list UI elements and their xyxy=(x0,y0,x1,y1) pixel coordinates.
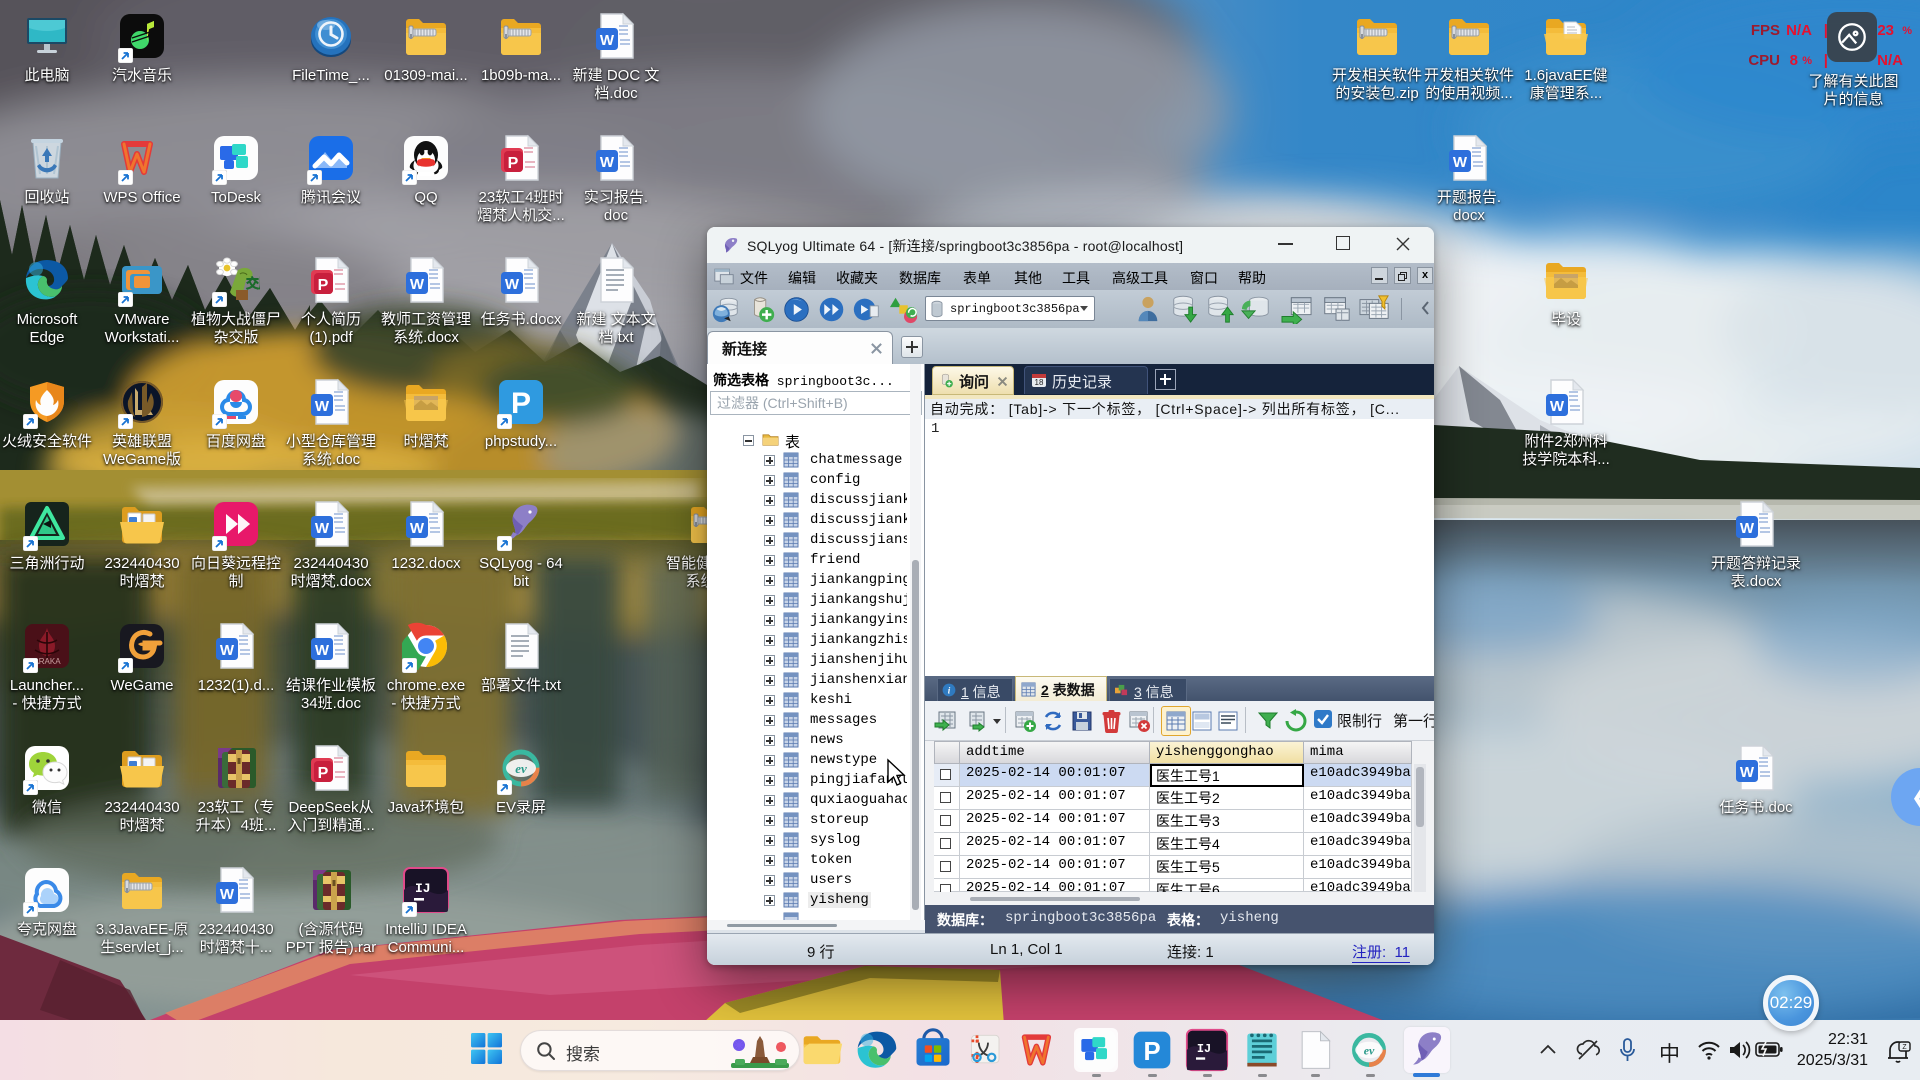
svg-text:Z: Z xyxy=(1902,1044,1907,1051)
svg-text:18: 18 xyxy=(1035,378,1044,387)
svg-text:P: P xyxy=(1143,1038,1160,1066)
